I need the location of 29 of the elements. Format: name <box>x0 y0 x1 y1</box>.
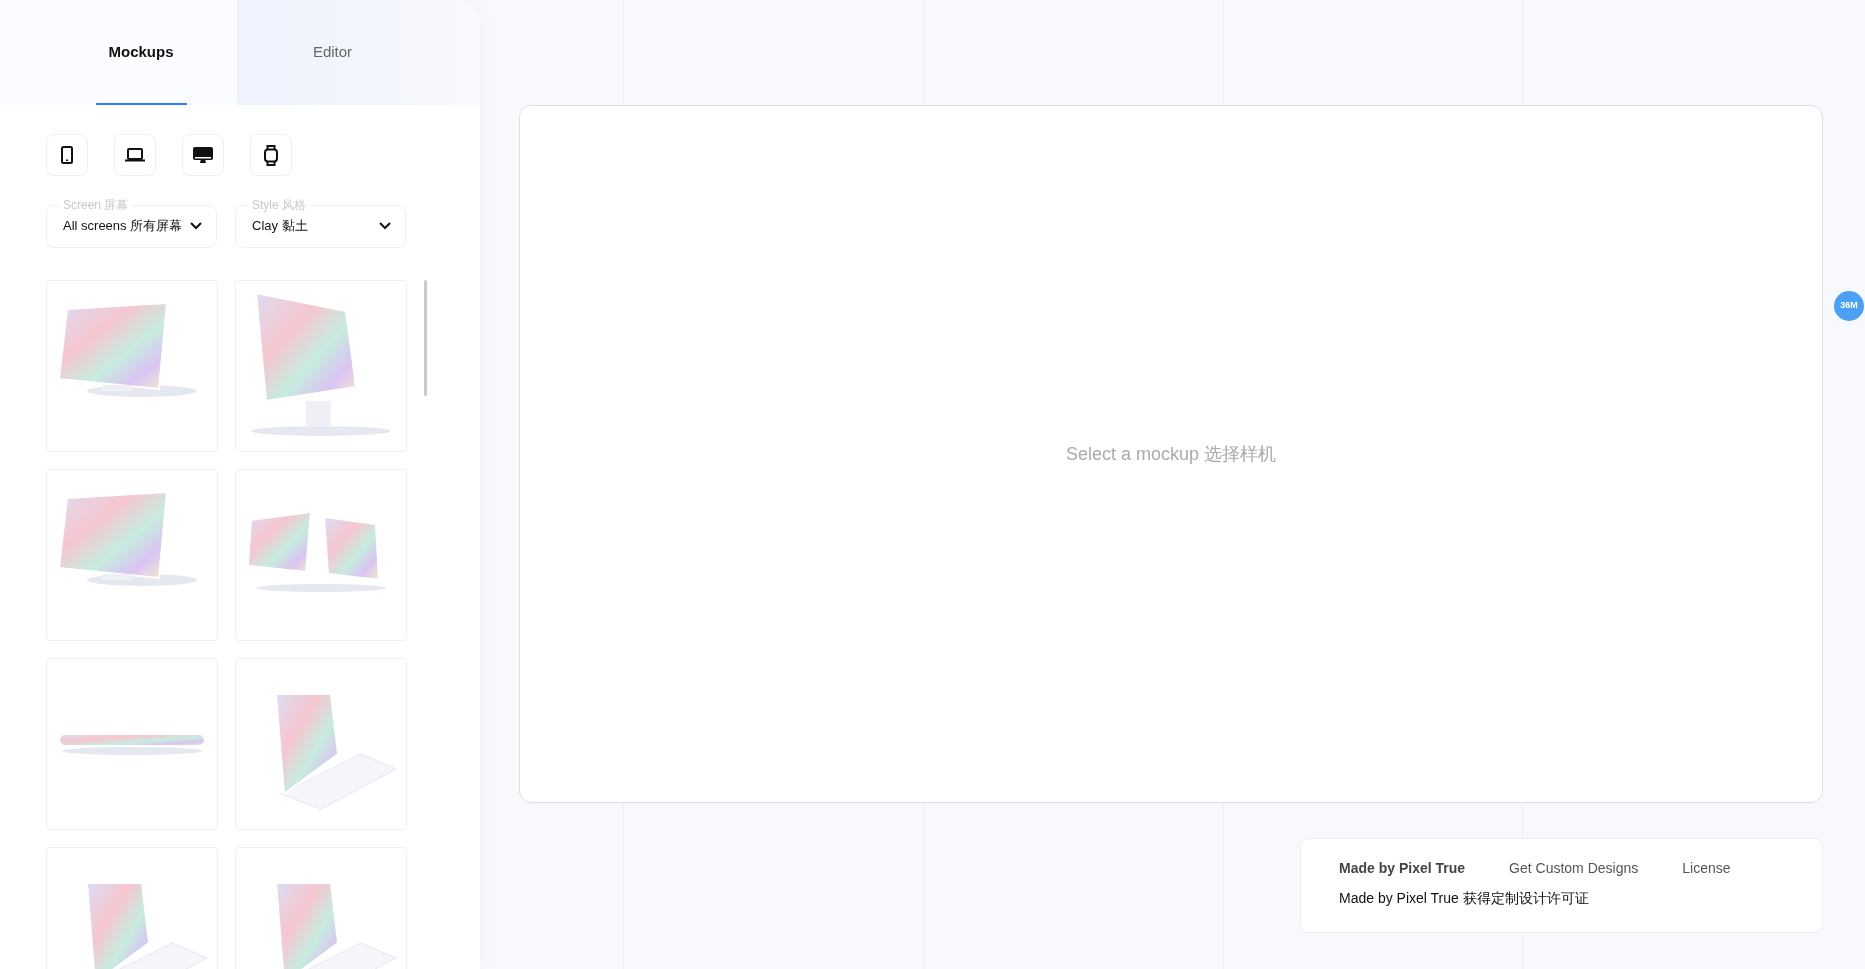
canvas-placeholder-text: Select a mockup 选择样机 <box>1065 442 1277 466</box>
footer-link[interactable]: Made by Pixel True <box>1339 858 1466 879</box>
mockup-thumbnail[interactable] <box>235 847 407 969</box>
mockup-thumbnail[interactable] <box>46 280 218 452</box>
mockup-thumbnail[interactable] <box>46 658 218 830</box>
chevron-down-icon <box>190 222 202 230</box>
desktop-monitor-icon <box>193 146 213 164</box>
chevron-down-icon <box>379 222 391 230</box>
device-filter-button[interactable] <box>46 134 88 176</box>
tab[interactable]: Editor <box>237 0 480 105</box>
footer-link[interactable]: Get Custom Designs <box>1509 858 1639 879</box>
scrollbar[interactable] <box>424 280 427 396</box>
device-filter-button[interactable] <box>114 134 156 176</box>
device-filter-button[interactable] <box>250 134 292 176</box>
count-badge: 36M <box>1834 291 1864 321</box>
mockup-thumbnail[interactable] <box>46 469 218 641</box>
mockup-thumbnail[interactable] <box>235 280 407 452</box>
laptop-icon <box>125 148 145 162</box>
device-filter-button[interactable] <box>182 134 224 176</box>
footer-link[interactable]: License <box>1682 858 1731 879</box>
mockup-thumbnail[interactable] <box>235 469 407 641</box>
footer-text: Made by Pixel True 获得定制设计许可证 <box>1339 889 1590 908</box>
mockup-thumbnail[interactable] <box>46 847 218 969</box>
mockup-thumbnail[interactable] <box>235 658 407 830</box>
phone-icon <box>61 146 73 164</box>
tab[interactable]: Mockups <box>0 0 237 105</box>
select-value: All screens 所有屏幕 <box>63 217 183 236</box>
watch-icon <box>264 144 278 166</box>
select-value: Clay 黏土 <box>252 217 308 236</box>
